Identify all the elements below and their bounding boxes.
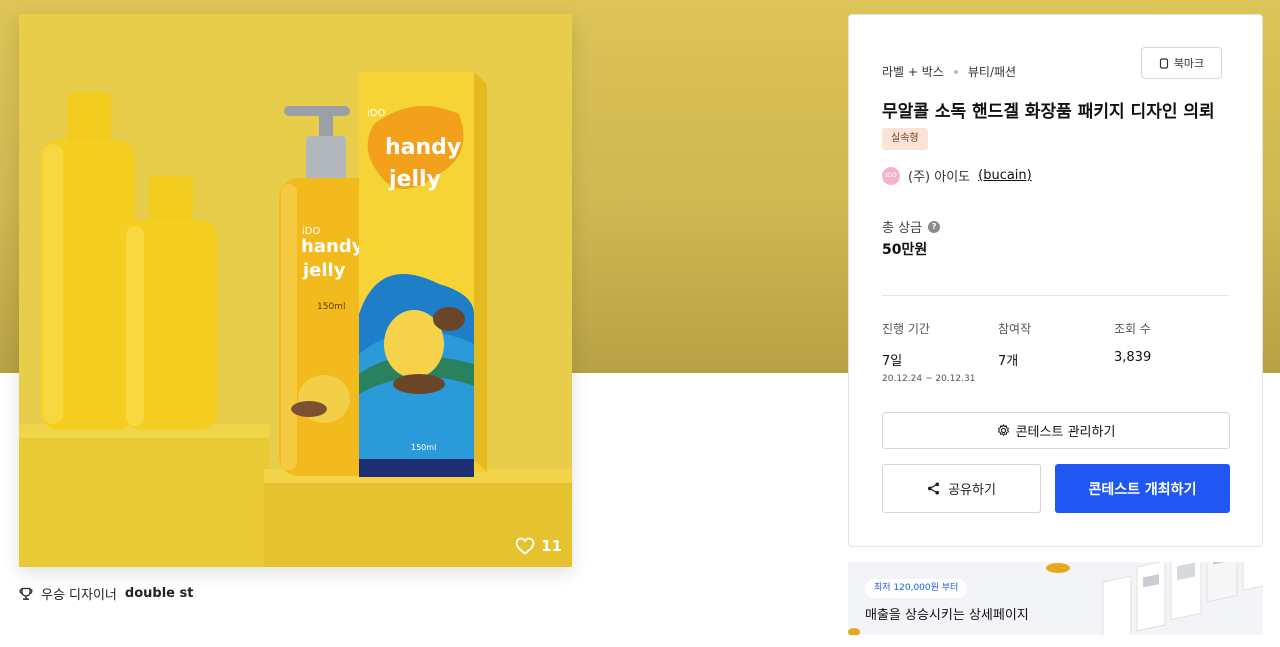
- bookmark-label: 북마크: [1173, 57, 1205, 70]
- stat-value: 7일: [882, 354, 903, 369]
- svg-text:handy: handy: [301, 236, 364, 257]
- owner-name: (주) 아이도: [908, 170, 971, 185]
- contest-info-panel: 라벨 + 박스 뷰티/패션 북마크 무알콜 소독 핸드겔 화장품 패키지 디자인…: [848, 14, 1263, 547]
- host-contest-button[interactable]: 콘테스트 개최하기: [1055, 464, 1230, 513]
- manage-contest-label: 콘테스트 관리하기: [1015, 425, 1116, 440]
- ad-illustration: [848, 562, 1263, 635]
- stat-label: 진행 기간: [882, 322, 930, 336]
- stat-label: 조회 수: [1114, 322, 1151, 336]
- svg-text:150ml: 150ml: [411, 443, 436, 452]
- stat-duration: 진행 기간 7일 20.12.24 ~ 20.12.31: [882, 320, 975, 384]
- breadcrumb-separator: [953, 69, 958, 74]
- breadcrumb-category[interactable]: 라벨 + 박스: [882, 63, 944, 80]
- bookmark-icon: [1159, 57, 1168, 69]
- svg-text:jelly: jelly: [302, 260, 346, 281]
- prize-label-row: 총 상금 ?: [882, 217, 941, 236]
- product-image[interactable]: iDO handy jelly 150ml iDO handy jelly 15…: [19, 14, 572, 567]
- trophy-icon: [19, 587, 33, 600]
- prize-label: 총 상금: [882, 221, 923, 236]
- like-count: 11: [541, 537, 562, 555]
- stat-entries: 참여작 7개: [998, 320, 1031, 369]
- bookmark-button[interactable]: 북마크: [1141, 47, 1222, 79]
- stat-views: 조회 수 3,839: [1114, 320, 1151, 365]
- svg-text:150ml: 150ml: [317, 302, 345, 312]
- stat-date-range: 20.12.24 ~ 20.12.31: [882, 374, 976, 384]
- help-icon[interactable]: ?: [928, 220, 941, 233]
- breadcrumb: 라벨 + 박스 뷰티/패션: [882, 63, 1016, 80]
- winner-name[interactable]: double st: [125, 586, 194, 601]
- contest-owner: IDO (주) 아이도 (bucain): [882, 166, 1032, 185]
- plan-badge: 실속형: [882, 128, 928, 150]
- svg-text:jelly: jelly: [388, 167, 441, 192]
- ad-headline: 매출을 상승시키는 상세페이지: [865, 608, 1029, 623]
- product-illustration: iDO handy jelly 150ml iDO handy jelly 15…: [19, 14, 572, 567]
- like-button[interactable]: 11: [515, 537, 562, 555]
- svg-text:iDO: iDO: [367, 108, 385, 119]
- share-label: 공유하기: [948, 483, 996, 498]
- manage-contest-button[interactable]: 콘테스트 관리하기: [882, 412, 1230, 449]
- breadcrumb-subcategory[interactable]: 뷰티/패션: [968, 63, 1016, 80]
- owner-avatar: IDO: [882, 166, 900, 185]
- divider: [882, 295, 1229, 296]
- stat-label: 참여작: [998, 322, 1032, 336]
- winner-designer: 우승 디자이너 double st: [19, 584, 193, 603]
- stat-value: 7개: [998, 354, 1019, 369]
- heart-outline-icon: [515, 537, 535, 555]
- share-icon: [928, 482, 940, 495]
- prize-value: 50만원: [882, 242, 928, 258]
- ad-price-badge: 최저 120,000원 부터: [865, 579, 968, 598]
- winner-label: 우승 디자이너: [41, 588, 117, 603]
- stat-value: 3,839: [1114, 350, 1152, 365]
- ad-banner[interactable]: 최저 120,000원 부터 매출을 상승시키는 상세페이지: [848, 562, 1263, 635]
- share-button[interactable]: 공유하기: [882, 464, 1041, 513]
- contest-title: 무알콜 소독 핸드겔 화장품 패키지 디자인 의뢰: [882, 102, 1215, 122]
- owner-handle-link[interactable]: (bucain): [978, 168, 1032, 183]
- svg-text:handy: handy: [385, 135, 461, 160]
- gear-icon: [997, 424, 1009, 437]
